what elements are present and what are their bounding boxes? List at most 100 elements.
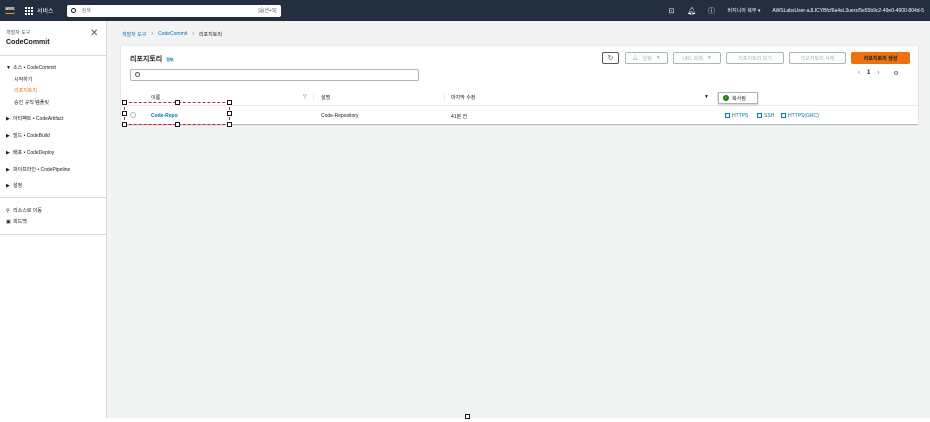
sidebar-item-settings[interactable]: ▶ 설정 [6,182,22,189]
panel-title-text: 리포지토리 [130,56,163,63]
sidebar-item-label: 배포 • CodeDeploy [13,150,55,156]
sidebar-item-label: 소스 • CodeCommit [13,65,56,71]
sidebar-item-go-to-resource[interactable]: ⚲ 리소스로 이동 [6,207,42,214]
caret-right-icon: ▶ [6,116,10,122]
refresh-button[interactable]: ↻ [602,52,619,64]
nav-right-group: ⊡ 🔔︎ ⓘ 버지니아 북부 ▾ AWSLabsUser-aJLICYBfcf6… [662,6,930,16]
sidebar-item-getting-started[interactable]: 시작하기 [14,76,32,83]
column-header-description[interactable]: 설명 [321,94,330,101]
copy-https-grc-button[interactable]: HTTPS(GRC) [781,113,819,119]
chevron-right-icon: › [192,31,194,37]
sidebar-item-repositories[interactable]: 리포지토리 [14,87,37,94]
sidebar-item-artifact[interactable]: ▶ 아티팩트 • CodeArtifact [6,115,63,122]
search-placeholder: 검색 [81,8,91,14]
close-icon[interactable]: ✕ [90,28,98,39]
resize-handle[interactable] [175,122,180,127]
sidebar-divider [0,234,107,235]
repo-last-modified: 41분 전 [451,114,468,120]
sort-caret-icon[interactable]: ▽ [303,94,307,100]
cloudshell-icon[interactable]: ⊡ [662,7,682,15]
column-divider [444,93,445,101]
caret-down-icon: ▼ [6,65,11,71]
sort-caret-icon[interactable]: ▼ [704,94,709,100]
filter-input[interactable] [130,69,419,81]
row-radio[interactable] [130,112,136,118]
repo-description: Code-Repository [321,113,359,119]
prev-page-icon[interactable]: ‹ [858,70,860,77]
copy-icon [781,113,786,118]
aws-logo-text: aws [5,6,15,12]
aws-logo[interactable]: aws [3,7,17,14]
resize-handle[interactable] [122,100,127,105]
caret-right-icon: ▶ [6,150,10,156]
column-header-last-modified[interactable]: 마지막 수정 [451,94,475,101]
main-content: 개발자 도구 › CodeCommit › 리포지토리 리포지토리 정보 ↻ 🔔︎… [107,21,930,418]
create-repository-button[interactable]: 리포지토리 생성 [851,52,910,64]
search-icon: ⚲ [6,208,10,214]
refresh-icon: ↻ [607,55,614,62]
breadcrumb-developer-tools[interactable]: 개발자 도구 [122,31,146,38]
sidebar-item-approval-templates[interactable]: 승인 규칙 템플릿 [14,99,49,106]
caret-down-icon: ▼ [706,55,712,61]
clone-url-label: URL 복제 [682,55,703,62]
sidebar-item-feedback[interactable]: ▣ 피드백 [6,218,27,225]
page-number[interactable]: 1 [867,70,870,77]
resize-handle[interactable] [465,414,470,419]
resize-handle[interactable] [227,100,232,105]
sidebar-item-deploy[interactable]: ▶ 배포 • CodeDeploy [6,149,54,156]
resize-handle[interactable] [227,122,232,127]
resize-handle[interactable] [122,122,127,127]
resize-handle[interactable] [227,111,232,116]
delete-repository-button[interactable]: 리포지토리 삭제 [789,52,846,64]
sidebar-item-label: 설정 [13,183,23,189]
view-repository-button[interactable]: 리포지토리 보기 [726,52,784,64]
gear-icon[interactable]: ⚙ [893,70,898,77]
resize-handle[interactable] [175,100,180,105]
copy-ssh-button[interactable]: SSH [757,113,774,119]
notify-button[interactable]: 🔔︎ 알림 ▼ [625,52,668,64]
account-menu[interactable]: AWSLabsUser-aJLICYBfcf6a4sL3uerz/5e55b9c… [772,8,924,14]
copy-https-label: HTTPS [732,113,749,119]
copy-ssh-label: SSH [764,113,775,119]
sidebar-parent-link[interactable]: 개발자 도구 [6,29,30,36]
sidebar-item-label: 아티팩트 • CodeArtifact [13,116,64,122]
feedback-icon: ▣ [6,219,11,225]
copy-https-button[interactable]: HTTPS [725,113,748,119]
pagination: ‹ 1 › ⚙ [858,70,899,77]
sidebar-divider [0,197,107,198]
help-icon[interactable]: ⓘ [702,6,722,16]
repo-name-link[interactable]: Code-Repo [151,113,178,119]
bell-icon: 🔔︎ [632,55,639,61]
sidebar-item-label: 피드백 [13,219,27,225]
region-selector[interactable]: 버지니아 북부 ▾ [728,7,761,14]
top-navigation: aws 서비스 검색 [옵션+S] ⊡ 🔔︎ ⓘ 버지니아 북부 ▾ AWSLa… [0,0,930,21]
caret-right-icon: ▶ [6,133,10,139]
sidebar-item-pipeline[interactable]: ▶ 파이프라인 • CodePipeline [6,166,70,173]
table-header: 이름 ▽ 설명 마지막 수정 ▼ [121,88,918,106]
copied-popover: ✓ 복사됨 [718,92,758,104]
next-page-icon[interactable]: › [877,70,879,77]
notifications-bell-icon[interactable]: 🔔︎ [682,7,702,15]
sidebar-divider [0,55,107,56]
breadcrumb-codecommit[interactable]: CodeCommit [158,31,187,38]
sidebar: 개발자 도구 CodeCommit ✕ ▼ 소스 • CodeCommit 시작하… [0,21,107,418]
clone-url-button[interactable]: URL 복제 ▼ [673,52,721,64]
search-icon [135,72,140,77]
column-header-name[interactable]: 이름 [151,94,160,101]
sidebar-item-build[interactable]: ▶ 빌드 • CodeBuild [6,132,50,139]
breadcrumb: 개발자 도구 › CodeCommit › 리포지토리 [122,31,222,38]
caret-down-icon: ▼ [655,55,661,61]
table-row[interactable]: Code-Repo Code-Repository 41분 전 HTTPS SS… [121,106,918,125]
search-icon [70,8,76,13]
info-link[interactable]: 정보 [166,57,173,62]
search-shortcut: [옵션+S] [258,8,277,14]
copy-icon [725,113,730,118]
column-divider [313,93,314,101]
search-input[interactable]: 검색 [옵션+S] [66,4,281,17]
services-menu[interactable]: 서비스 [37,6,54,15]
breadcrumb-current: 리포지토리 [198,32,222,38]
resize-handle[interactable] [122,111,127,116]
sidebar-title: CodeCommit [6,39,50,46]
services-grid-icon[interactable] [25,6,33,15]
sidebar-item-source[interactable]: ▼ 소스 • CodeCommit [6,64,56,71]
